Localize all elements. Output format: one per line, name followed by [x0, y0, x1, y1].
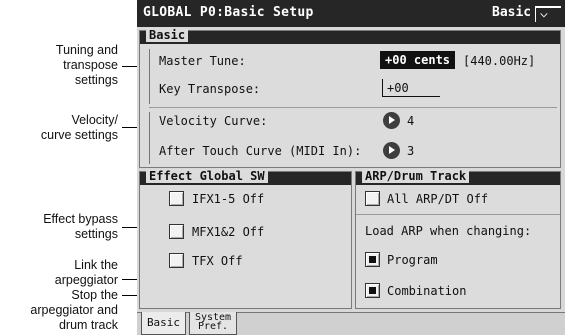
annotation-stop: Stop the arpeggiator and drum track	[30, 288, 118, 333]
annotation-velocity: Velocity/ curve settings	[41, 113, 118, 143]
chevron-down-icon: ⌵	[540, 6, 548, 21]
annotation-stop-line1: Stop the	[71, 288, 118, 302]
tab-system-pref-line2: Pref.	[197, 321, 229, 332]
arp-frame-title: ARP/Drum Track	[362, 169, 470, 183]
load-arp-combination-label: Combination	[387, 284, 467, 298]
arp-divider	[356, 214, 560, 215]
key-transpose-value: +00	[387, 81, 409, 95]
page-title: GLOBAL P0:Basic Setup	[143, 5, 314, 20]
ifx-off-label: IFX1-5 Off	[192, 192, 265, 206]
leader-velocity-horizontal	[122, 127, 138, 128]
annotation-velocity-line1: Velocity/	[71, 113, 118, 127]
basic-frame-header-bar	[140, 31, 560, 44]
tuning-group-bracket	[149, 49, 150, 104]
ifx-off-checkbox[interactable]	[169, 191, 184, 206]
load-arp-label: Load ARP when changing:	[365, 224, 532, 238]
after-touch-curve-label: After Touch Curve (MIDI In):	[159, 144, 362, 158]
load-arp-program-checkbox[interactable]	[365, 252, 380, 267]
velocity-curve-popup-icon[interactable]	[383, 112, 400, 129]
load-arp-program-label: Program	[387, 253, 438, 267]
annotation-tuning: Tuning and transpose settings	[56, 43, 118, 88]
load-arp-combination-checkbox[interactable]	[365, 283, 380, 298]
tfx-off-checkbox[interactable]	[169, 253, 184, 268]
tab-basic[interactable]: Basic	[141, 312, 186, 335]
leader-tuning-horizontal	[122, 66, 138, 67]
leader-effect-horizontal	[122, 227, 138, 228]
annotation-link-line2: arpeggiator	[54, 273, 118, 287]
tab-system-pref[interactable]: System Pref.	[189, 312, 237, 335]
annotation-effect-line2: settings	[74, 227, 118, 241]
basic-group-divider	[149, 107, 557, 108]
annotation-link: Link the arpeggiator	[55, 258, 118, 288]
annotation-effect: Effect bypass settings	[43, 212, 118, 242]
annotation-link-line1: Link the	[74, 258, 118, 272]
mfx-off-label: MFX1&2 Off	[192, 225, 265, 239]
page-name: Basic	[492, 5, 532, 20]
annotation-tuning-line1: Tuning and	[55, 43, 118, 57]
after-touch-curve-popup-icon[interactable]	[383, 142, 400, 159]
all-arp-dt-off-checkbox[interactable]	[365, 191, 380, 206]
master-tune-label: Master Tune:	[159, 54, 246, 68]
effect-global-sw-frame: Effect Global SW IFX1-5 Off MFX1&2 Off T…	[139, 169, 352, 309]
basic-frame-title: Basic	[146, 28, 189, 42]
after-touch-curve-value: 3	[407, 144, 415, 158]
annotation-stop-line3: drum track	[58, 318, 118, 332]
mfx-off-checkbox[interactable]	[169, 224, 184, 239]
velocity-curve-value: 4	[407, 114, 415, 128]
annotation-velocity-line2: curve settings	[40, 128, 118, 142]
master-tune-hz: [440.00Hz]	[463, 54, 536, 68]
effect-frame-title: Effect Global SW	[146, 169, 268, 183]
tfx-off-label: TFX Off	[192, 254, 243, 268]
annotation-stop-line2: arpeggiator and	[30, 303, 118, 317]
velocity-group-bracket	[149, 112, 150, 164]
annotation-effect-line1: Effect bypass	[43, 212, 118, 226]
annotation-tuning-line2: transpose	[63, 58, 118, 72]
page-menu-button[interactable]: ⌵	[535, 6, 561, 22]
key-transpose-field[interactable]: +00	[382, 79, 440, 97]
page-tab-bar: Basic System Pref.	[137, 312, 565, 335]
synth-screen: GLOBAL P0:Basic Setup Basic ⌵ Basic Mast…	[137, 0, 565, 335]
tab-basic-label: Basic	[146, 316, 181, 329]
title-bar: GLOBAL P0:Basic Setup Basic ⌵	[137, 0, 565, 27]
basic-frame: Basic Master Tune: +00 cents [440.00Hz] …	[139, 28, 561, 168]
all-arp-dt-off-label: All ARP/DT Off	[387, 192, 489, 206]
annotation-tuning-line3: settings	[74, 73, 118, 87]
master-tune-value[interactable]: +00 cents	[380, 51, 456, 69]
arp-drum-track-frame: ARP/Drum Track All ARP/DT Off Load ARP w…	[355, 169, 561, 309]
velocity-curve-label: Velocity Curve:	[159, 114, 268, 128]
key-transpose-label: Key Transpose:	[159, 82, 261, 96]
